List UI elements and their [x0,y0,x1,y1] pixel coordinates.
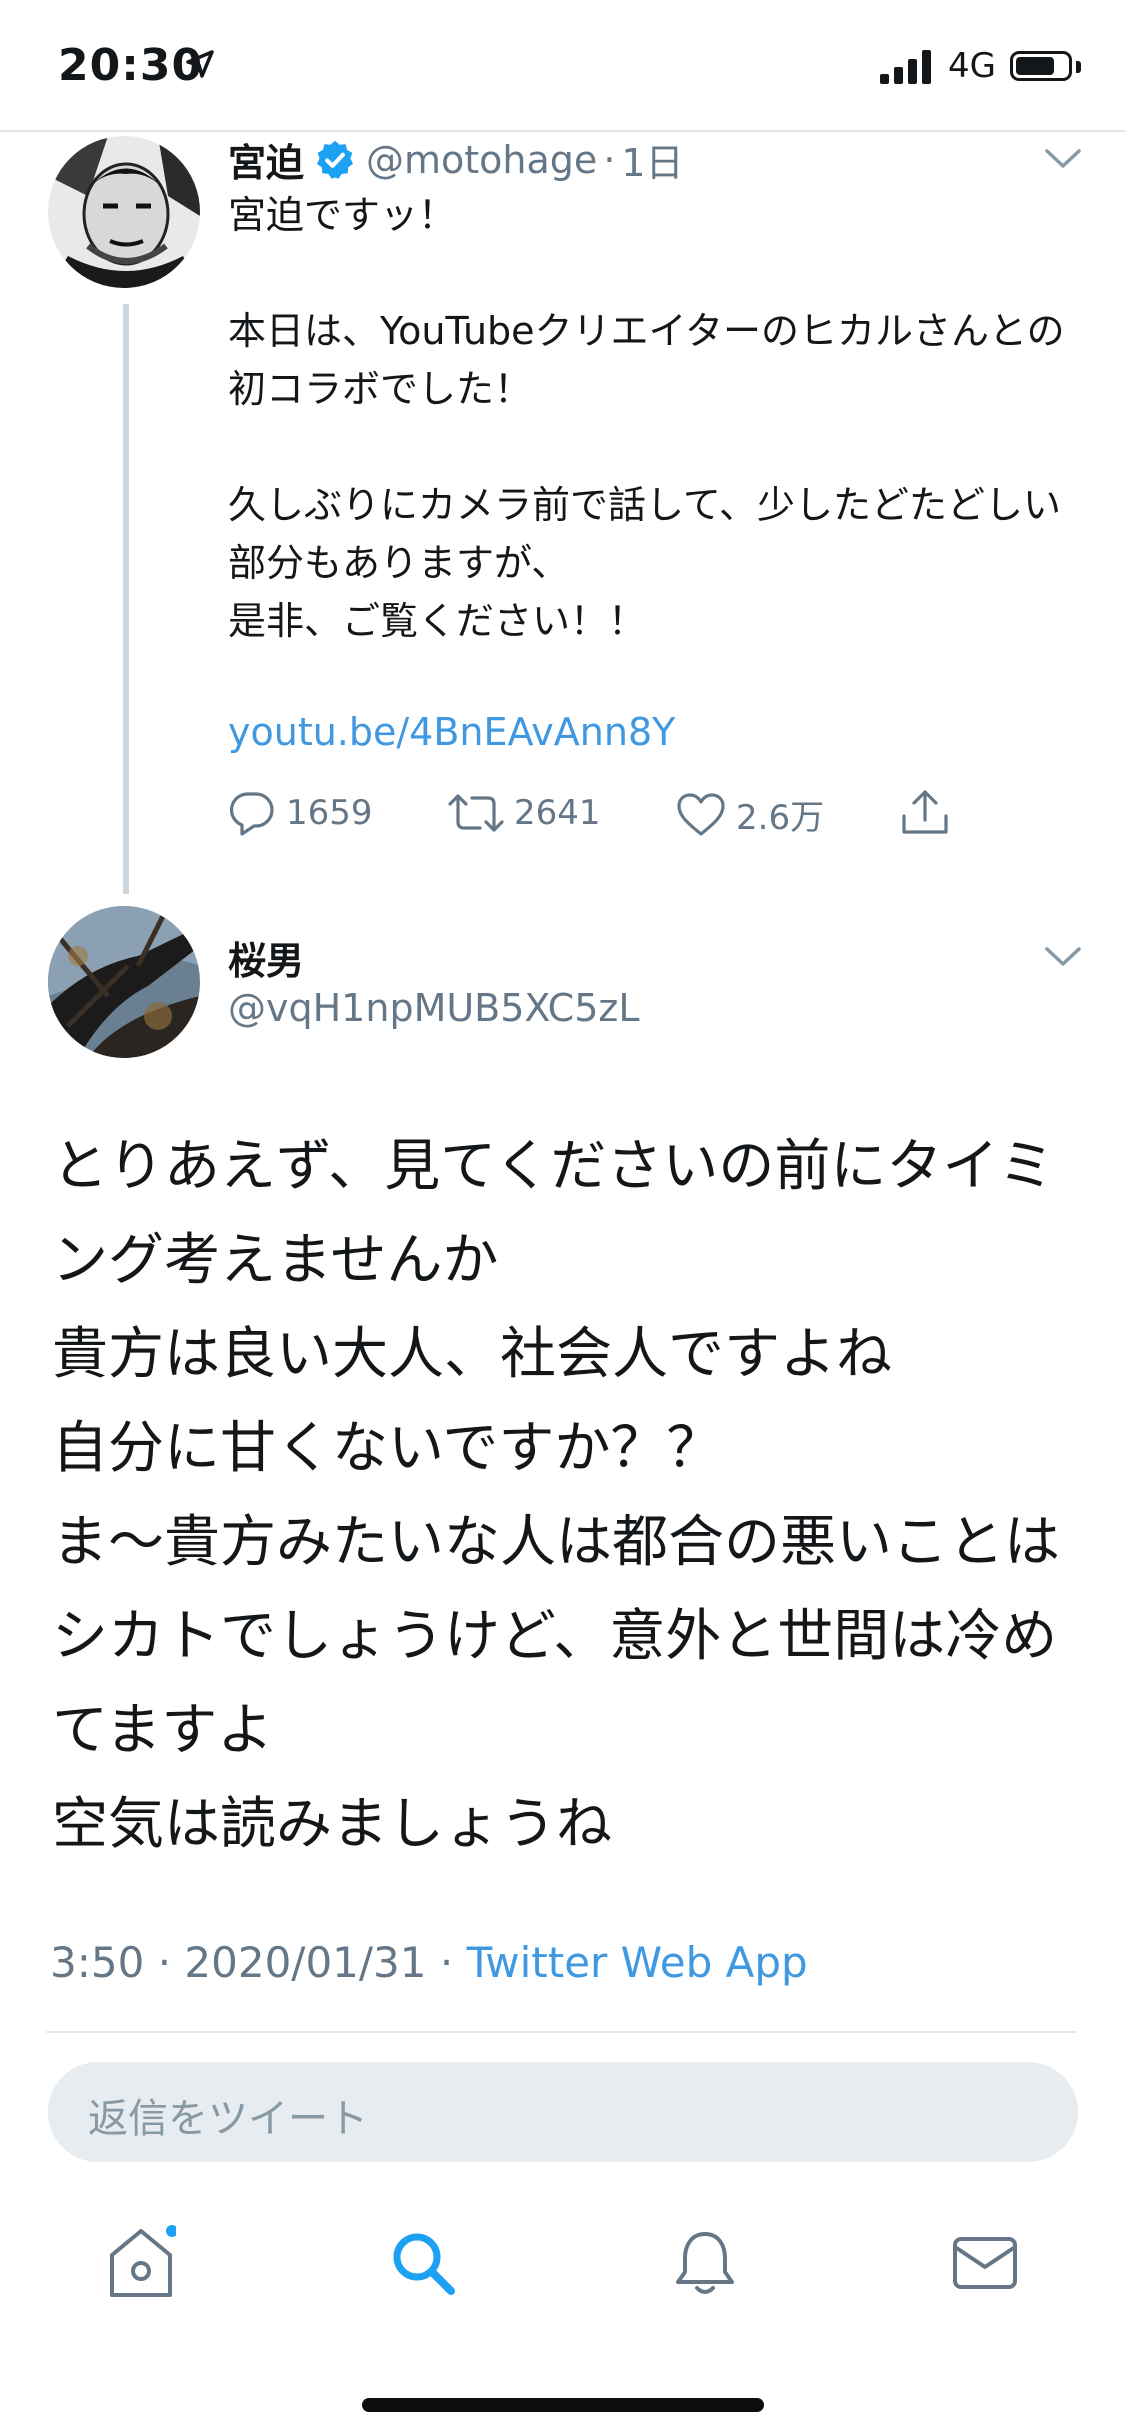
reply-input-placeholder: 返信をツイート [88,2096,368,2142]
status-time: 20:30 [58,40,204,91]
tab-search[interactable] [378,2218,468,2308]
tweet-link[interactable]: youtu.be/4BnEAvAnn8Y [228,710,675,754]
heart-icon [677,792,725,836]
author-name[interactable]: 宮迫 [228,132,304,187]
battery-level [1016,57,1054,75]
bell-icon [676,2232,734,2294]
chevron-down-icon[interactable] [1044,946,1082,968]
reply-tweet-text: とりあえず、見てくださいの前にタイミング考えませんか 貴方は良い大人、社会人です… [52,1134,1060,1857]
reply-button[interactable]: 1659 [228,790,373,836]
verified-badge-icon [316,140,354,179]
mail-icon [953,2237,1017,2289]
reply-icon [229,792,274,836]
separator-dot: · [603,137,616,182]
like-count: 2.6万 [736,798,825,838]
tweet-text: 宮迫ですッ！ 本日は、YouTubeクリエイターのヒカルさんとの初コラボでした！… [228,193,1065,643]
avatar-miyasako[interactable] [48,136,200,288]
meta-dot: · [157,1938,172,1987]
reply-count: 1659 [286,793,373,833]
chevron-down-icon[interactable] [1044,148,1082,170]
battery-icon [1010,51,1072,81]
meta-dot: · [439,1938,454,1987]
tweet-source[interactable]: Twitter Web App [467,1938,808,1987]
share-icon[interactable] [900,788,950,838]
retweet-icon [448,794,504,832]
avatar-sakuraotoko[interactable] [48,906,200,1058]
location-arrow-icon [186,50,214,78]
tab-notifications[interactable] [660,2218,750,2308]
like-button[interactable]: 2.6万 [676,790,824,839]
signal-icon [880,50,931,84]
home-icon [110,2225,176,2297]
tweet-meta: 3:50 · 2020/01/31 · Twitter Web App [50,1938,808,1987]
tab-messages[interactable] [940,2218,1030,2308]
tweet-time-ago: 1日 [621,141,684,185]
battery-cap [1076,61,1081,73]
tweet-date: 2020/01/31 [184,1938,427,1987]
tweet-header: 宮迫 @motohage · 1日 [228,132,684,187]
retweet-button[interactable]: 2641 [448,790,601,836]
author-handle[interactable]: @motohage [366,138,597,182]
tweet-time: 3:50 [50,1938,145,1987]
retweet-count: 2641 [514,793,601,833]
network-type: 4G [948,46,996,86]
tab-home[interactable] [96,2218,186,2308]
reply-author-name[interactable]: 桜男 [228,930,304,985]
thread-line [123,304,129,894]
divider [46,2031,1076,2033]
reply-author-handle[interactable]: @vqH1npMUB5XC5zL [228,986,640,1030]
home-indicator[interactable] [362,2398,764,2412]
search-icon [393,2233,455,2295]
